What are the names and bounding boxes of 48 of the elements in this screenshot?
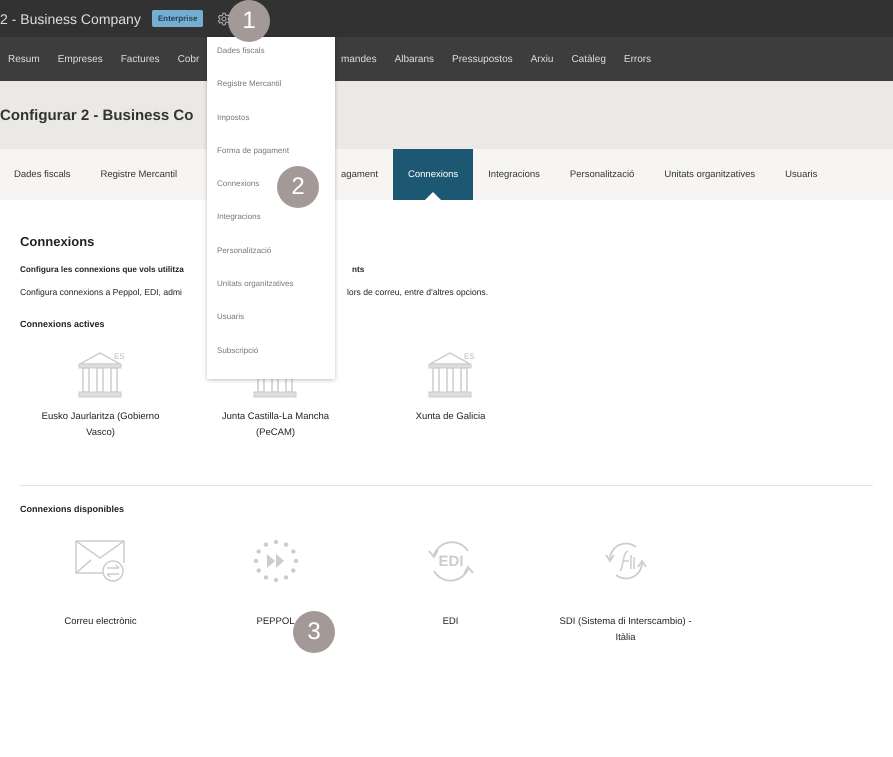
group-title: Connexions disponibles	[20, 504, 126, 514]
nav-item[interactable]: Catàleg	[571, 54, 606, 64]
page-title: Configurar 2 - Business Co	[0, 106, 194, 124]
section-subtitle: nts	[352, 265, 364, 274]
tab[interactable]: Registre Mercantil	[86, 149, 192, 200]
tab[interactable]: Personalització	[554, 149, 650, 200]
tab[interactable]: Integracions	[473, 149, 555, 200]
menu-item[interactable]: Personalització	[217, 246, 272, 280]
connection-label: Eusko Jaurlaritza (Gobierno Vasco)	[40, 410, 160, 440]
connection-label: Xunta de Galicia	[416, 410, 486, 424]
section-description: Configura connexions a Peppol, EDI, admi	[20, 287, 182, 297]
settings-icon[interactable]	[217, 12, 232, 26]
menu-item[interactable]: Subscripció	[217, 346, 258, 379]
company-name: 2 - Business Company	[0, 10, 141, 26]
group-title: Connexions actives	[20, 319, 106, 329]
tab[interactable]: Unitats organitzatives	[649, 149, 770, 200]
nav-item[interactable]: Arxiu	[530, 54, 554, 64]
tab[interactable]: Usuaris	[770, 149, 832, 200]
connection-label: EDI	[442, 615, 458, 629]
nav-item[interactable]: Errors	[624, 54, 652, 64]
email-exchange-icon[interactable]	[74, 540, 126, 582]
menu-item[interactable]: Unitats organitzatives	[217, 279, 294, 312]
nav-item[interactable]: Albarans	[394, 54, 434, 64]
nav-item[interactable]: mandes	[341, 54, 377, 64]
tab[interactable]: Connexions	[392, 149, 474, 200]
menu-item[interactable]: Dades fiscals	[217, 46, 265, 80]
connection-label: Correu electrònic	[64, 615, 137, 629]
nav-item[interactable]: Factures	[120, 54, 160, 64]
nav-item[interactable]: Cobr	[178, 54, 200, 64]
menu-item[interactable]: Usuaris	[217, 312, 244, 346]
menu-item[interactable]: Connexions	[217, 179, 260, 212]
section-title: Connexions	[20, 234, 96, 249]
tab[interactable]: Dades fiscals	[0, 149, 86, 200]
menu-item[interactable]: Registre Mercantil	[217, 79, 282, 113]
connection-label: SDI (Sistema di Interscambio) - Itàlia	[558, 615, 692, 645]
section-description: lors de correu, entre d'altres opcions.	[347, 287, 488, 297]
step-marker: 3	[293, 611, 335, 653]
connection-label: Junta Castilla-La Mancha (PeCAM)	[220, 410, 330, 440]
tab[interactable]: agament	[341, 149, 393, 200]
menu-item[interactable]: Integracions	[217, 212, 261, 246]
star-circle-arrows-icon[interactable]	[252, 539, 298, 583]
connection-label: PEPPOL	[256, 615, 295, 629]
section-subtitle: Configura les connexions que vols utilitza	[20, 265, 184, 274]
nav-item[interactable]: Empreses	[58, 54, 103, 64]
nav-item[interactable]: Pressupostos	[452, 54, 513, 64]
plan-badge: Enterprise	[152, 10, 204, 27]
nav-item[interactable]: Resum	[8, 54, 40, 64]
menu-item[interactable]: Impostos	[217, 112, 250, 146]
